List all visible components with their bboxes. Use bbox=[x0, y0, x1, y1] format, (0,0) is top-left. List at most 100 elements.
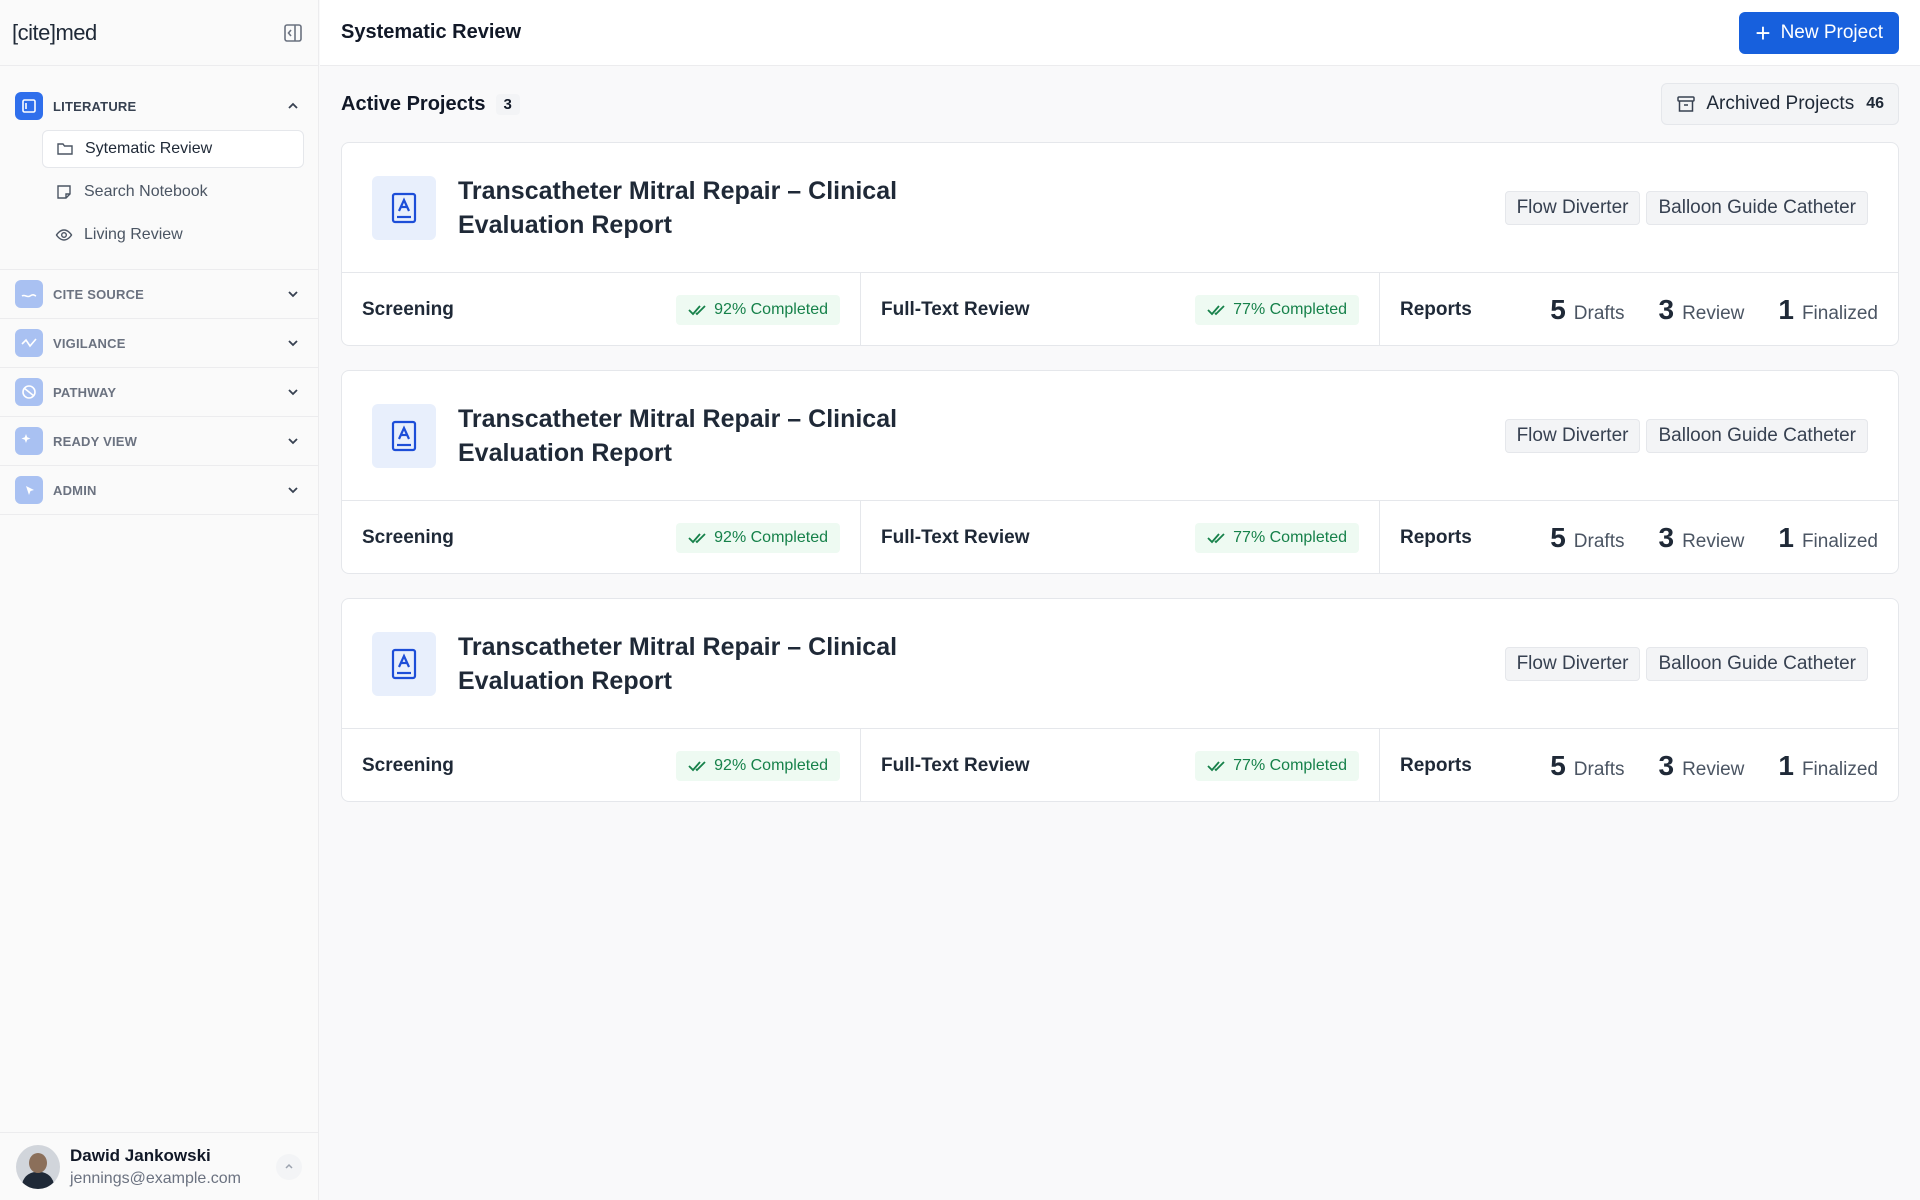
double-check-icon bbox=[688, 303, 708, 317]
chevron-up-icon[interactable] bbox=[276, 1153, 302, 1180]
screening-cell[interactable]: Screening 92% Completed bbox=[342, 729, 861, 802]
project-book-icon bbox=[372, 631, 436, 696]
drafts-count: 5 Drafts bbox=[1550, 294, 1624, 326]
sidebar-section-header[interactable]: LITERATURE bbox=[0, 82, 318, 130]
user-email: jennings@example.com bbox=[70, 1169, 241, 1187]
user-name: Dawid Jankowski bbox=[70, 1145, 211, 1165]
archived-projects-label: Archived Projects bbox=[1706, 93, 1855, 114]
finalized-number: 1 bbox=[1778, 293, 1794, 325]
project-tag: Balloon Guide Catheter bbox=[1646, 418, 1868, 453]
screening-label: Screening bbox=[362, 526, 454, 548]
sidebar-subitems: Sytematic Review Search Notebook Living … bbox=[0, 130, 318, 269]
topbar: Systematic Review + New Project bbox=[320, 0, 1920, 66]
fulltext-cell[interactable]: Full-Text Review 77% Completed bbox=[861, 273, 1380, 346]
project-title[interactable]: Transcatheter Mitral Repair – Clinical E… bbox=[458, 630, 918, 698]
fulltext-progress-text: 77% Completed bbox=[1233, 300, 1347, 318]
sidebar-item-living-review[interactable]: Living Review bbox=[42, 216, 304, 254]
project-tags: Flow Diverter Balloon Guide Catheter bbox=[1504, 190, 1868, 225]
project-card-header: Transcatheter Mitral Repair – Clinical E… bbox=[342, 599, 1898, 729]
review-count: 3 Review bbox=[1658, 294, 1744, 326]
chevron-down-icon bbox=[284, 432, 302, 450]
sidebar-section-header[interactable]: VIGILANCE bbox=[0, 319, 318, 367]
reports-counts: 5 Drafts 3 Review 1 Finalized bbox=[1550, 522, 1878, 554]
main-content: Active Projects 3 Archived Projects 46 T… bbox=[341, 66, 1899, 826]
screening-status-badge: 92% Completed bbox=[676, 522, 840, 553]
finalized-number: 1 bbox=[1778, 749, 1794, 781]
active-projects-label: Active Projects bbox=[341, 92, 486, 115]
sidebar-section-literature: LITERATURE Sytematic Review Search Noteb bbox=[0, 82, 318, 270]
fulltext-status-badge: 77% Completed bbox=[1195, 750, 1359, 781]
active-projects-count: 3 bbox=[495, 93, 520, 115]
double-check-icon bbox=[688, 531, 708, 545]
finalized-label: Finalized bbox=[1801, 302, 1878, 324]
reports-cell[interactable]: Reports 5 Drafts 3 Review 1 Finalized bbox=[1380, 729, 1898, 802]
drafts-number: 5 bbox=[1550, 521, 1566, 553]
project-title[interactable]: Transcatheter Mitral Repair – Clinical E… bbox=[458, 174, 918, 242]
project-card[interactable]: Transcatheter Mitral Repair – Clinical E… bbox=[341, 598, 1899, 802]
sidebar-section-header[interactable]: PATHWAY bbox=[0, 368, 318, 416]
sidebar-section-header[interactable]: READY VIEW bbox=[0, 417, 318, 465]
screening-progress-text: 92% Completed bbox=[714, 756, 828, 774]
sidebar-section-admin: ADMIN bbox=[0, 466, 318, 515]
project-tag: Flow Diverter bbox=[1504, 190, 1641, 225]
new-project-button[interactable]: + New Project bbox=[1739, 11, 1899, 54]
archived-projects-button[interactable]: Archived Projects 46 bbox=[1661, 83, 1899, 125]
notebook-icon bbox=[54, 182, 74, 202]
sidebar-item-label: Sytematic Review bbox=[85, 140, 213, 157]
reports-label: Reports bbox=[1400, 298, 1472, 320]
folder-icon bbox=[55, 139, 75, 159]
admin-icon bbox=[15, 476, 43, 504]
project-tags: Flow Diverter Balloon Guide Catheter bbox=[1504, 418, 1868, 453]
project-card[interactable]: Transcatheter Mitral Repair – Clinical E… bbox=[341, 370, 1899, 574]
finalized-label: Finalized bbox=[1801, 758, 1878, 780]
sidebar-item-label: Living Review bbox=[84, 226, 183, 243]
screening-status-badge: 92% Completed bbox=[676, 294, 840, 325]
drafts-label: Drafts bbox=[1573, 530, 1625, 552]
fulltext-progress-text: 77% Completed bbox=[1233, 528, 1347, 546]
project-card[interactable]: Transcatheter Mitral Repair – Clinical E… bbox=[341, 142, 1899, 346]
screening-cell[interactable]: Screening 92% Completed bbox=[342, 501, 861, 574]
logo-row: [cite]med bbox=[0, 0, 318, 66]
fulltext-cell[interactable]: Full-Text Review 77% Completed bbox=[861, 501, 1380, 574]
project-card-stats: Screening 92% Completed Full-Text Review… bbox=[342, 273, 1898, 346]
chevron-down-icon bbox=[284, 334, 302, 352]
reports-counts: 5 Drafts 3 Review 1 Finalized bbox=[1550, 294, 1878, 326]
app-logo[interactable]: [cite]med bbox=[12, 20, 97, 46]
fulltext-cell[interactable]: Full-Text Review 77% Completed bbox=[861, 729, 1380, 802]
reports-counts: 5 Drafts 3 Review 1 Finalized bbox=[1550, 750, 1878, 782]
fulltext-status-badge: 77% Completed bbox=[1195, 294, 1359, 325]
double-check-icon bbox=[688, 759, 708, 773]
list-header: Active Projects 3 Archived Projects 46 bbox=[341, 66, 1899, 142]
sidebar: [cite]med LITERATURE Sytematic Review Se… bbox=[0, 0, 319, 1200]
review-count: 3 Review bbox=[1658, 750, 1744, 782]
screening-label: Screening bbox=[362, 298, 454, 320]
screening-label: Screening bbox=[362, 754, 454, 776]
screening-status-badge: 92% Completed bbox=[676, 750, 840, 781]
finalized-label: Finalized bbox=[1801, 530, 1878, 552]
sidebar-section-cite-source: CITE SOURCE bbox=[0, 270, 318, 319]
sidebar-item-search-notebook[interactable]: Search Notebook bbox=[42, 173, 304, 211]
chevron-down-icon bbox=[284, 481, 302, 499]
double-check-icon bbox=[1207, 531, 1227, 545]
screening-cell[interactable]: Screening 92% Completed bbox=[342, 273, 861, 346]
sidebar-section-label: READY VIEW bbox=[53, 433, 138, 449]
project-tag: Balloon Guide Catheter bbox=[1646, 190, 1868, 225]
project-title[interactable]: Transcatheter Mitral Repair – Clinical E… bbox=[458, 402, 918, 470]
review-label: Review bbox=[1682, 302, 1745, 324]
review-label: Review bbox=[1682, 530, 1745, 552]
review-number: 3 bbox=[1658, 293, 1675, 325]
reports-cell[interactable]: Reports 5 Drafts 3 Review 1 Finalized bbox=[1380, 273, 1898, 346]
project-card-stats: Screening 92% Completed Full-Text Review… bbox=[342, 501, 1898, 574]
reports-cell[interactable]: Reports 5 Drafts 3 Review 1 Finalized bbox=[1380, 501, 1898, 574]
sidebar-section-header[interactable]: ADMIN bbox=[0, 466, 318, 514]
review-label: Review bbox=[1682, 758, 1745, 780]
fulltext-label: Full-Text Review bbox=[881, 526, 1030, 548]
sidebar-section-header[interactable]: CITE SOURCE bbox=[0, 270, 318, 318]
sidebar-item-systematic-review[interactable]: Sytematic Review bbox=[42, 130, 304, 168]
user-profile[interactable]: Dawid Jankowski jennings@example.com bbox=[0, 1132, 318, 1200]
fulltext-progress-text: 77% Completed bbox=[1233, 756, 1347, 774]
reports-label: Reports bbox=[1400, 526, 1472, 548]
sidebar-item-label: Search Notebook bbox=[84, 183, 208, 200]
sidebar-section-pathway: PATHWAY bbox=[0, 368, 318, 417]
sidebar-collapse-icon[interactable] bbox=[282, 22, 304, 44]
